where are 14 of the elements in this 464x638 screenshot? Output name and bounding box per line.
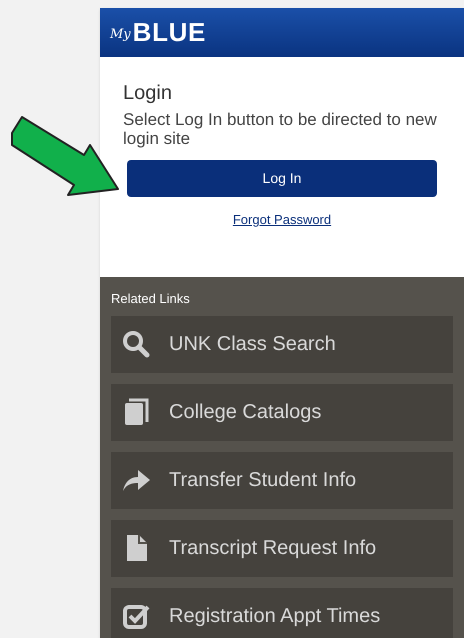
login-message: Select Log In button to be directed to new login site bbox=[123, 110, 438, 148]
related-link[interactable]: College Catalogs bbox=[111, 384, 453, 440]
logo: BLUE bbox=[132, 16, 206, 49]
arrow-icon bbox=[10, 115, 122, 197]
related-link[interactable]: Transfer Student Info bbox=[111, 452, 453, 508]
forgot-password-link[interactable]: Forgot Password bbox=[232, 210, 332, 230]
related-link[interactable]: Transcript Request Info bbox=[111, 520, 453, 576]
logo-prefix: My bbox=[110, 26, 131, 44]
related-link[interactable]: Registration Appt Times bbox=[111, 588, 453, 638]
login-button[interactable]: Log In bbox=[127, 160, 437, 197]
search-icon bbox=[121, 329, 151, 359]
login-title: Login bbox=[123, 81, 173, 106]
related-link[interactable]: UNK Class Search bbox=[111, 316, 453, 372]
related-links-title: Related Links bbox=[111, 290, 191, 308]
